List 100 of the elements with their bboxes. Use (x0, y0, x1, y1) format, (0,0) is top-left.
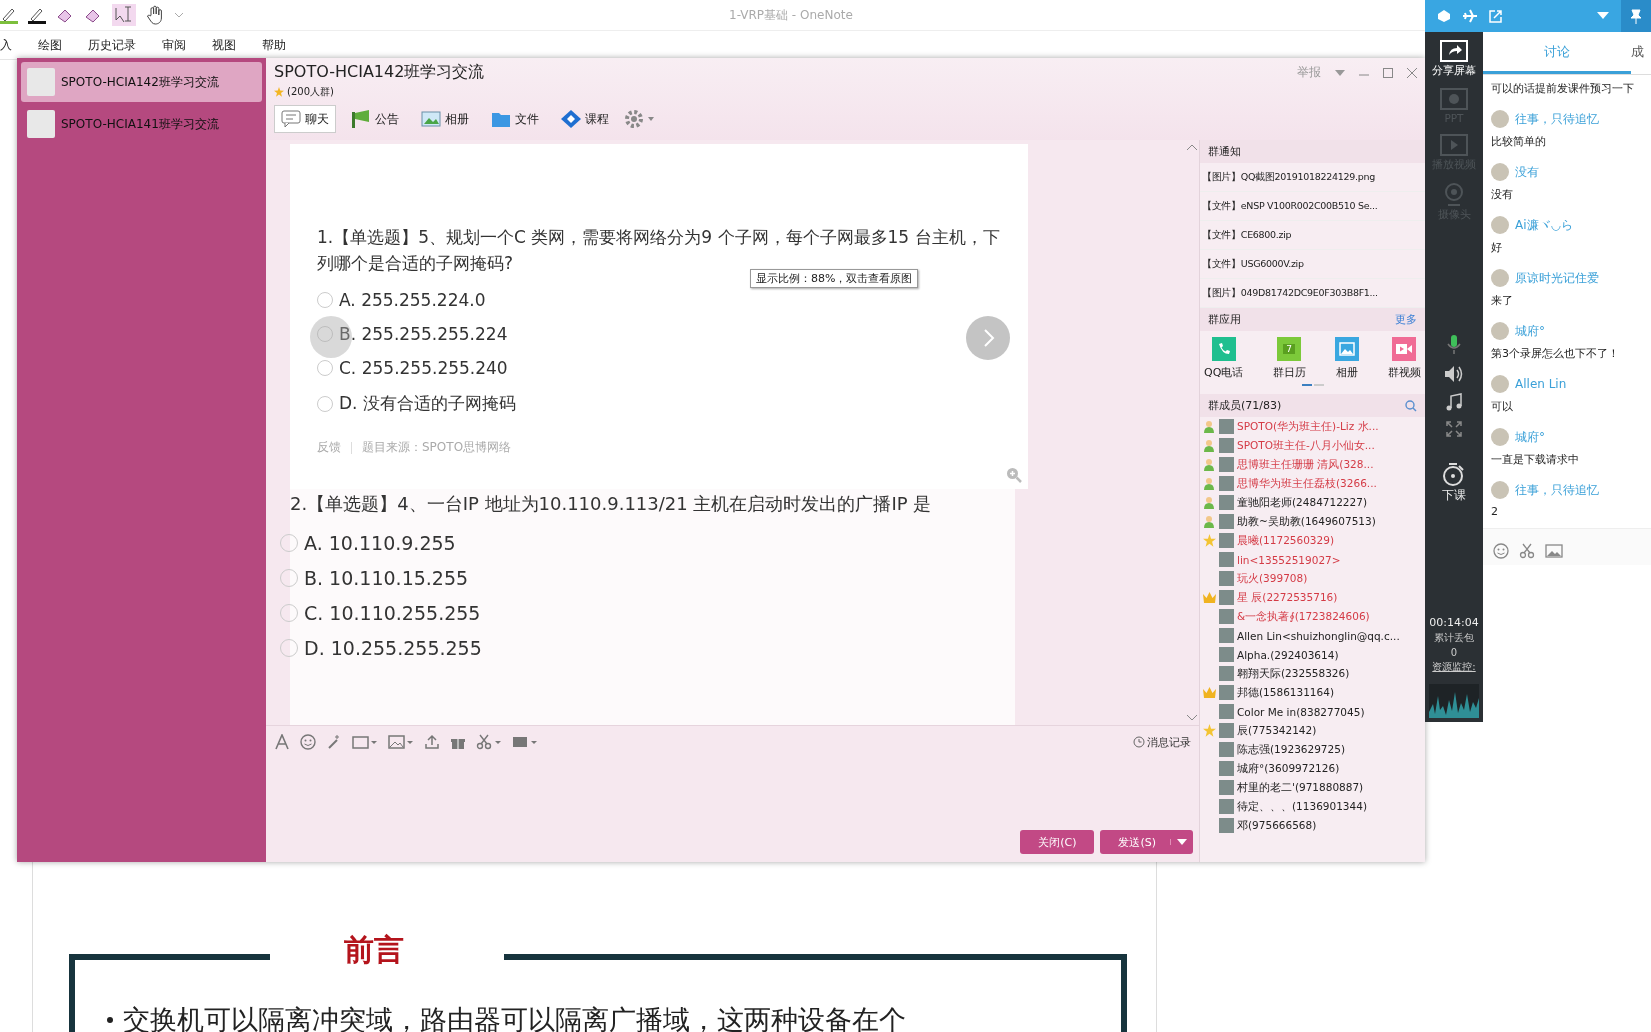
microphone-icon[interactable] (1447, 334, 1461, 355)
tab[interactable]: 成 (1631, 32, 1651, 74)
member-name[interactable]: SPOTO班主任-八月小仙女... (1237, 438, 1375, 453)
settings-icon[interactable] (624, 109, 656, 129)
scissors-icon[interactable] (1519, 543, 1535, 559)
source-text: 题目来源：SPOTO思博网络 (362, 439, 512, 456)
sender-name: 往事，只待追忆 (1515, 110, 1599, 128)
video-icon (1396, 343, 1413, 355)
star-icon (274, 87, 284, 97)
member-name[interactable]: 玩火(399708) (1237, 571, 1308, 586)
zoom-in-icon[interactable] (1006, 467, 1022, 483)
end-class-button[interactable]: 下课 (1442, 460, 1466, 504)
member-name[interactable]: 邦德(1586131164) (1237, 685, 1334, 700)
menu-item[interactable]: 历史记录 (88, 36, 136, 54)
resource-monitor-link[interactable]: 资源监控: (1432, 660, 1476, 674)
app-shortcut[interactable]: 群视频 (1388, 337, 1421, 380)
member-name[interactable]: 童驰阳老师(2484712227) (1237, 495, 1367, 510)
magic-wand-icon[interactable] (326, 734, 342, 750)
dropdown-icon[interactable] (1335, 68, 1345, 77)
font-icon[interactable] (274, 734, 290, 750)
sender-name: 城府° (1515, 428, 1545, 446)
lasso-select-icon[interactable] (112, 4, 136, 26)
member-name[interactable]: 晨曦(1172560329) (1237, 533, 1334, 548)
dropdown-icon[interactable] (174, 11, 184, 19)
send-button[interactable]: 发送(S) (1100, 830, 1193, 854)
fullscreen-icon[interactable] (1446, 420, 1462, 437)
member-name[interactable]: 助教~吴助教(1649607513) (1237, 514, 1376, 529)
emoji-icon[interactable] (300, 734, 316, 750)
resource-graph (1429, 684, 1479, 718)
member-name[interactable]: &一念执著∮(1723824606) (1237, 609, 1370, 624)
message-text: 第3个录屏怎么也下不了！ (1491, 346, 1620, 361)
member-name[interactable]: 思博班主任珊珊 清风(328... (1237, 457, 1374, 472)
member-name[interactable]: Allen Lin<shuizhonglin@qq.c... (1237, 629, 1400, 642)
app-shortcut[interactable]: 7 群日历 (1272, 337, 1306, 380)
tab[interactable]: 聊天 (274, 105, 336, 133)
member-name[interactable]: Alpha.(292403614) (1237, 648, 1339, 661)
image-icon[interactable] (388, 734, 414, 750)
screenshot-icon[interactable] (512, 734, 538, 750)
share-icon[interactable] (1489, 9, 1503, 23)
option-text: D. 10.255.255.255 (304, 637, 482, 659)
menu-item[interactable]: 绘图 (38, 36, 62, 54)
section-title: 群成员(71/83) (1208, 398, 1282, 413)
tool-button[interactable]: 分享屏幕 (1432, 40, 1476, 78)
menu-item[interactable]: 审阅 (162, 36, 186, 54)
group-item[interactable]: SPOTO-HCIA142班学习交流 (21, 62, 262, 102)
member-name[interactable]: 陈志强(1923629725) (1237, 742, 1345, 757)
maximize-icon[interactable] (1383, 67, 1393, 78)
music-note-icon[interactable] (1446, 392, 1462, 411)
group-item[interactable]: SPOTO-HCIA141班学习交流 (21, 104, 262, 144)
history-button[interactable]: 消息记录 (1133, 734, 1191, 750)
scissors-icon[interactable] (476, 734, 502, 750)
member-name[interactable]: 邓(975666568) (1237, 818, 1317, 833)
option-text: B. 10.110.15.255 (304, 567, 469, 589)
search-icon[interactable] (1405, 399, 1417, 412)
image-icon[interactable] (1545, 543, 1563, 559)
image-gallery-icon[interactable] (352, 734, 378, 750)
pin-icon[interactable] (1621, 0, 1651, 32)
play-icon (1440, 134, 1468, 156)
dropdown-icon[interactable] (1597, 12, 1609, 20)
emoji-icon[interactable] (1493, 543, 1509, 559)
admin-icon (1203, 515, 1215, 528)
member-name[interactable]: 星 辰(2272535716) (1237, 590, 1338, 605)
member-name[interactable]: SPOTO(华为班主任)-Liz 水... (1237, 419, 1379, 434)
member-name[interactable]: 思博华为班主任磊枝(3266... (1237, 476, 1377, 491)
menu-item[interactable]: 帮助 (262, 36, 286, 54)
admin-icon (1203, 496, 1215, 509)
tab[interactable]: 公告 (344, 105, 406, 133)
member-name[interactable]: 村里的老二'(971880887) (1237, 780, 1364, 795)
scroll-up-icon[interactable] (1187, 144, 1197, 150)
app-shortcut[interactable]: QQ电话 (1204, 337, 1244, 380)
menu-item[interactable]: 入 (0, 36, 12, 54)
pen-icon[interactable] (0, 6, 18, 24)
upload-icon[interactable] (424, 734, 440, 750)
scroll-down-icon[interactable] (1187, 715, 1197, 721)
tab[interactable]: 课程 (554, 105, 616, 133)
group-title: SPOTO-HCIA142班学习交流 (274, 62, 485, 83)
section-title: 群通知 (1200, 140, 1425, 163)
packet-loss-value: 0 (1450, 647, 1458, 658)
member-name[interactable]: lin<13552519027> (1237, 553, 1341, 566)
pen-icon[interactable] (28, 6, 46, 24)
menu-item[interactable]: 视图 (212, 36, 236, 54)
next-button[interactable] (966, 316, 1010, 360)
tab[interactable]: 相册 (414, 105, 476, 133)
tab[interactable]: 文件 (484, 105, 546, 133)
star-icon (1203, 724, 1216, 737)
speaker-icon[interactable] (1444, 364, 1464, 383)
presentation-icon (1440, 88, 1468, 110)
badge-icon[interactable] (1437, 9, 1451, 23)
member-name[interactable]: 辰(775342142) (1237, 723, 1317, 738)
hand-icon[interactable] (146, 5, 164, 25)
member-name[interactable]: Color Me in(838277045) (1237, 705, 1365, 718)
member-name[interactable]: 待定、、、(1136901344) (1237, 799, 1367, 814)
close-button[interactable]: 关闭(C) (1020, 830, 1095, 854)
flag-icon (351, 110, 371, 128)
airplane-icon[interactable] (1463, 9, 1477, 23)
member-name[interactable]: 翱翔天际(232558326) (1237, 666, 1350, 681)
close-icon[interactable] (1407, 67, 1417, 78)
member-name[interactable]: 城府°(3609972126) (1237, 761, 1340, 776)
message-text: 比较简单的 (1491, 134, 1547, 149)
avatar-placeholder (1491, 216, 1509, 234)
